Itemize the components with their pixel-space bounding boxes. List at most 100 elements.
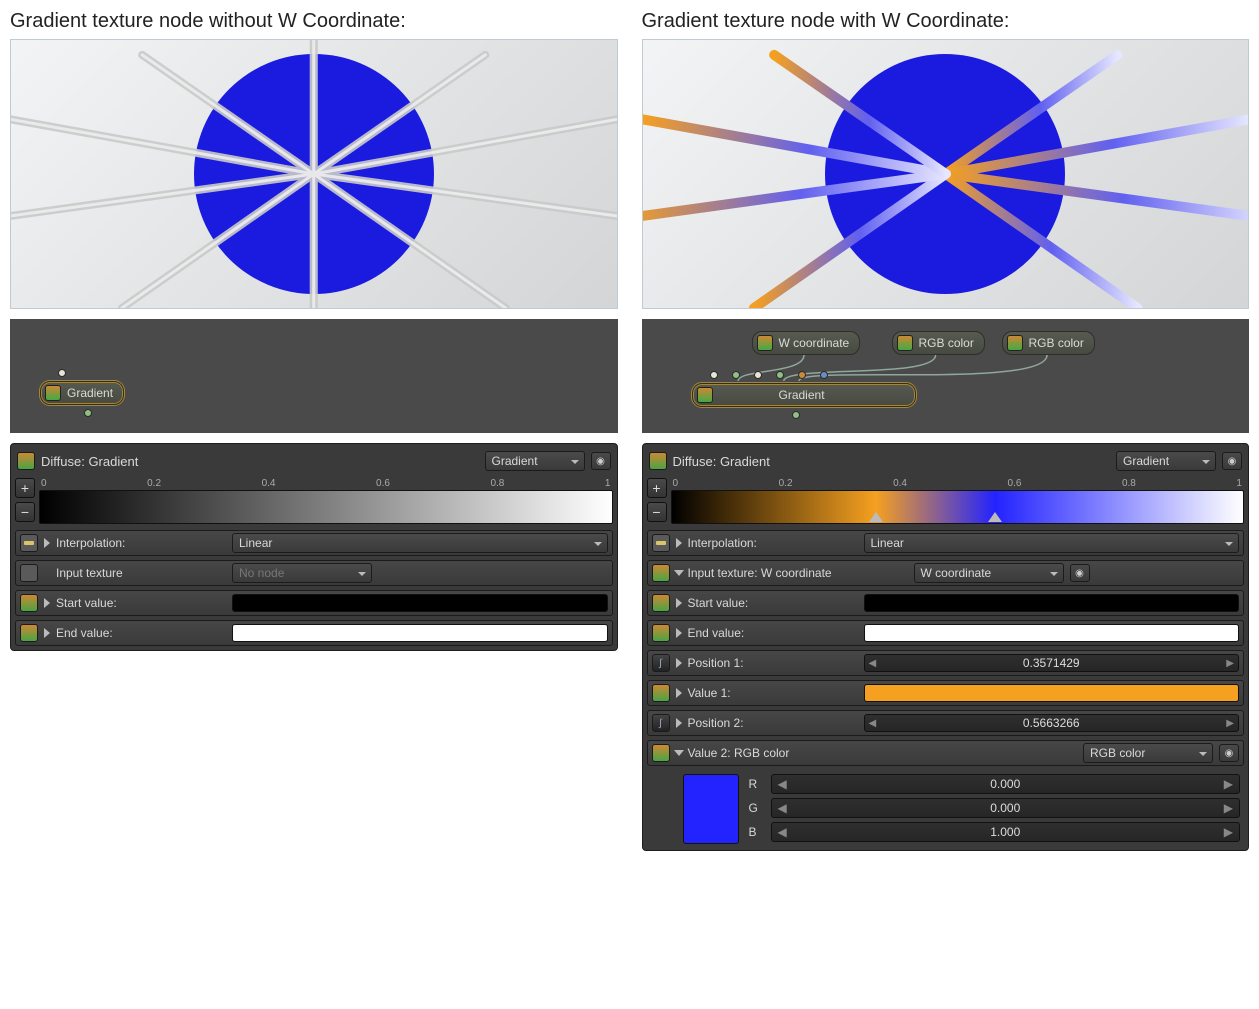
node-rgb-2[interactable]: RGB color — [1002, 331, 1095, 355]
chevron-left-icon[interactable]: ◀ — [869, 658, 877, 669]
gradient-icon — [17, 452, 35, 470]
node-graph-left[interactable]: Gradient — [10, 319, 618, 433]
visibility-toggle[interactable] — [1219, 744, 1239, 762]
value1-swatch[interactable] — [864, 684, 1240, 702]
color-ramp[interactable] — [39, 490, 613, 524]
input-texture-label: Input texture — [56, 566, 226, 580]
expand-icon[interactable] — [676, 688, 682, 698]
b-spinner[interactable]: ◀1.000▶ — [771, 822, 1241, 842]
interpolation-row: Interpolation: Linear — [647, 530, 1245, 556]
row-icon — [652, 624, 670, 642]
port[interactable] — [820, 371, 828, 379]
render-preview-right — [642, 39, 1250, 309]
input-texture-dropdown[interactable]: W coordinate — [914, 563, 1064, 583]
node-graph-right[interactable]: W coordinate RGB color RGB color Gradie — [642, 319, 1250, 433]
row-icon: ∫ — [652, 654, 670, 672]
output-port[interactable] — [58, 369, 66, 377]
port[interactable] — [754, 371, 762, 379]
position2-spinner[interactable]: ◀ 0.5663266 ▶ — [864, 714, 1240, 732]
wcoord-node-icon — [757, 335, 773, 351]
color-ramp[interactable] — [671, 490, 1245, 524]
value2-row: Value 2: RGB color RGB color — [647, 740, 1245, 766]
g-spinner[interactable]: ◀0.000▶ — [771, 798, 1241, 818]
ramp-stop-1[interactable] — [869, 512, 883, 524]
row-icon — [20, 534, 38, 552]
value2-type-dropdown[interactable]: RGB color — [1083, 743, 1213, 763]
channel-r-label: R — [749, 777, 763, 791]
node-w-coordinate[interactable]: W coordinate — [752, 331, 861, 355]
expand-icon[interactable] — [44, 598, 50, 608]
rgb-node-icon — [1007, 335, 1023, 351]
expand-icon[interactable] — [676, 628, 682, 638]
add-stop-button[interactable]: + — [647, 478, 667, 498]
remove-stop-button[interactable]: − — [15, 502, 35, 522]
ramp-stop-2[interactable] — [988, 512, 1002, 524]
rgb-preview-swatch[interactable] — [683, 774, 739, 844]
output-port[interactable] — [792, 411, 800, 419]
expand-icon[interactable] — [676, 538, 682, 548]
channel-b-label: B — [749, 825, 763, 839]
expand-icon[interactable] — [44, 628, 50, 638]
row-icon — [652, 564, 670, 582]
channel-g-label: G — [749, 801, 763, 815]
expand-icon[interactable] — [676, 658, 682, 668]
caption-left: Gradient texture node without W Coordina… — [10, 10, 618, 33]
value2-label: Value 2: RGB color — [688, 746, 1078, 760]
node-gradient[interactable]: Gradient — [40, 381, 124, 405]
node-type-dropdown[interactable]: Gradient — [485, 451, 585, 471]
node-rgb-1[interactable]: RGB color — [892, 331, 985, 355]
start-value-swatch[interactable] — [864, 594, 1240, 612]
caption-right: Gradient texture node with W Coordinate: — [642, 10, 1250, 33]
end-value-label: End value: — [688, 626, 858, 640]
node-type-dropdown[interactable]: Gradient — [1116, 451, 1216, 471]
gradient-node-icon — [45, 385, 61, 401]
gradient-node-icon — [697, 387, 713, 403]
visibility-toggle[interactable] — [591, 452, 611, 470]
value1-label: Value 1: — [688, 686, 858, 700]
r-spinner[interactable]: ◀0.000▶ — [771, 774, 1241, 794]
expand-icon[interactable] — [676, 718, 682, 728]
end-value-swatch[interactable] — [864, 624, 1240, 642]
node-label: W coordinate — [779, 336, 850, 350]
interpolation-dropdown[interactable]: Linear — [232, 533, 608, 553]
rays-left — [11, 40, 617, 308]
interpolation-dropdown[interactable]: Linear — [864, 533, 1240, 553]
node-gradient[interactable]: Gradient — [692, 383, 916, 407]
port[interactable] — [798, 371, 806, 379]
visibility-toggle[interactable] — [1222, 452, 1242, 470]
start-value-swatch[interactable] — [232, 594, 608, 612]
port[interactable] — [710, 371, 718, 379]
node-label: Gradient — [67, 386, 113, 400]
end-value-label: End value: — [56, 626, 226, 640]
start-value-label: Start value: — [688, 596, 858, 610]
chevron-right-icon[interactable]: ▶ — [1226, 718, 1234, 729]
position1-spinner[interactable]: ◀ 0.3571429 ▶ — [864, 654, 1240, 672]
end-value-swatch[interactable] — [232, 624, 608, 642]
rays-right — [643, 40, 1249, 308]
row-icon — [20, 624, 38, 642]
expand-icon[interactable] — [44, 538, 50, 548]
chevron-right-icon[interactable]: ▶ — [1226, 658, 1234, 669]
port[interactable] — [732, 371, 740, 379]
end-value-row: End value: — [647, 620, 1245, 646]
input-texture-row: Input texture: W coordinate W coordinate — [647, 560, 1245, 586]
interpolation-row: Interpolation: Linear — [15, 530, 613, 556]
remove-stop-button[interactable]: − — [647, 502, 667, 522]
expand-icon[interactable] — [676, 598, 682, 608]
position1-row: ∫ Position 1: ◀ 0.3571429 ▶ — [647, 650, 1245, 676]
chevron-left-icon[interactable]: ◀ — [869, 718, 877, 729]
port[interactable] — [776, 371, 784, 379]
position2-row: ∫ Position 2: ◀ 0.5663266 ▶ — [647, 710, 1245, 736]
add-stop-button[interactable]: + — [15, 478, 35, 498]
position2-label: Position 2: — [688, 716, 858, 730]
input-texture-dropdown[interactable]: No node — [232, 563, 372, 583]
row-icon — [20, 594, 38, 612]
ramp-ticks: 00.20.40.60.81 — [671, 478, 1245, 490]
input-port[interactable] — [84, 409, 92, 417]
node-label: Gradient — [779, 388, 825, 402]
visibility-toggle[interactable] — [1070, 564, 1090, 582]
properties-panel-left: Diffuse: Gradient Gradient + − 00.20.40.… — [10, 443, 618, 651]
collapse-icon[interactable] — [674, 570, 684, 576]
collapse-icon[interactable] — [674, 750, 684, 756]
panel-title: Diffuse: Gradient — [41, 454, 479, 469]
